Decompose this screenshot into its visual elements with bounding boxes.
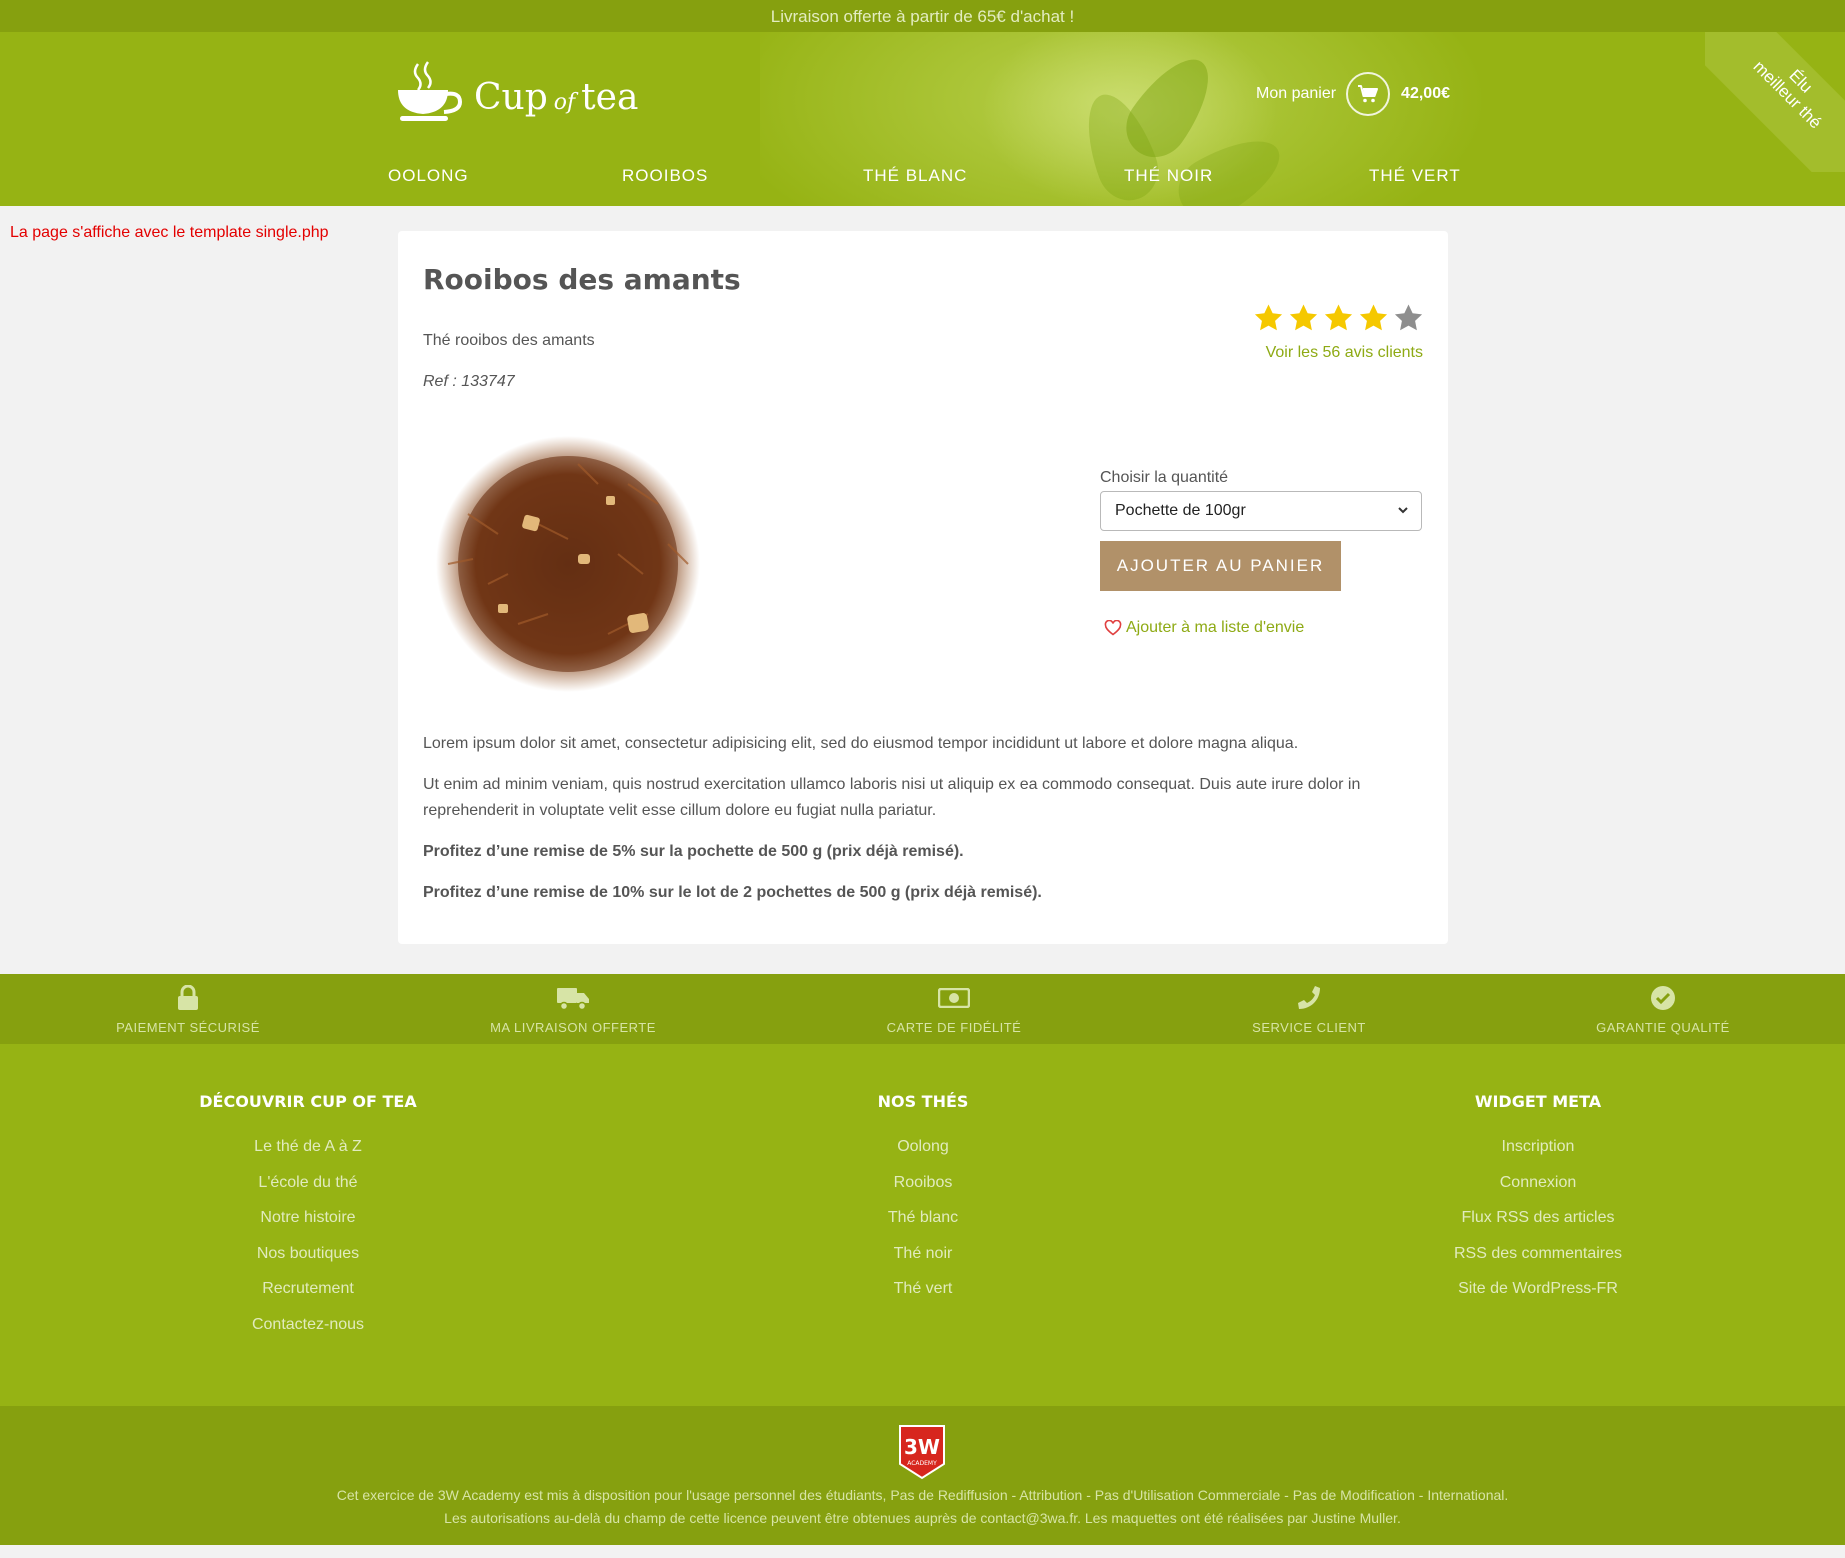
license-line-1: Cet exercice de 3W Academy est mis à dis…: [336, 1487, 1509, 1503]
footer-link[interactable]: Connexion: [1388, 1165, 1688, 1201]
site-header: Cup of tea Mon panier 42,00€ Élu meilleur …: [0, 32, 1845, 206]
cart-icon-wrapper[interactable]: [1346, 72, 1391, 116]
logo-word-tea: tea: [581, 77, 639, 118]
quantity-select-value: Pochette de 100gr: [1115, 502, 1246, 519]
footer-column-title: NOS THÉS: [877, 1092, 969, 1111]
truck-icon: [557, 988, 589, 1010]
reassurance-label: MA LIVRAISON OFFERTE: [490, 1020, 656, 1035]
footer-link[interactable]: Thé vert: [773, 1271, 1073, 1307]
check-circle-icon: [1651, 986, 1675, 1010]
site-logo[interactable]: Cup of tea: [396, 60, 638, 124]
template-notice: La page s'affiche avec le template singl…: [10, 224, 329, 241]
cart-widget[interactable]: Mon panier 42,00€: [1256, 72, 1450, 116]
reassurance-item: SERVICE CLIENT: [1209, 984, 1409, 1035]
shopping-cart-icon: [1358, 85, 1379, 103]
award-ribbon-band: Élu meilleur thé: [1705, 32, 1845, 172]
award-ribbon: Élu meilleur thé: [1705, 32, 1845, 172]
reassurance-bar: PAIEMENT SÉCURISÉ MA LIVRAISON OFFERTE C…: [0, 974, 1845, 1044]
nav-item-rooibos[interactable]: ROOIBOS: [622, 156, 708, 196]
phone-icon: [1298, 986, 1320, 1009]
footer-link[interactable]: Oolong: [773, 1129, 1073, 1165]
lock-icon: [178, 985, 198, 1010]
logo-wordmark: Cup of tea: [474, 80, 638, 116]
reassurance-label: GARANTIE QUALITÉ: [1596, 1020, 1730, 1035]
nav-item-the-noir[interactable]: THÉ NOIR: [1124, 156, 1213, 196]
star-filled-icon: [1289, 304, 1318, 331]
wishlist-link[interactable]: Ajouter à ma liste d'envie: [1104, 619, 1304, 637]
footer-link[interactable]: Flux RSS des articles: [1388, 1200, 1688, 1236]
add-to-cart-button[interactable]: AJOUTER AU PANIER: [1100, 541, 1341, 591]
reviews-link[interactable]: Voir les 56 avis clients: [1266, 344, 1423, 362]
footer-column-teas: NOS THÉS Oolong Rooibos Thé blanc Thé no…: [773, 1092, 1073, 1307]
main-nav: OOLONG ROOIBOS THÉ BLANC THÉ NOIR THÉ VE…: [0, 156, 1845, 196]
product-title: Rooibos des amants: [423, 263, 741, 296]
footer-column-title: DÉCOUVRIR CUP OF TEA: [199, 1092, 417, 1111]
footer-link[interactable]: Contactez-nous: [158, 1307, 458, 1343]
footer-link[interactable]: Thé noir: [773, 1236, 1073, 1272]
footer-link[interactable]: L'école du thé: [158, 1165, 458, 1201]
description-paragraph: Ut enim ad minim veniam, quis nostrud ex…: [423, 776, 1361, 819]
footer-link[interactable]: Le thé de A à Z: [158, 1129, 458, 1165]
quantity-label: Choisir la quantité: [1100, 469, 1229, 486]
quantity-select[interactable]: Pochette de 100gr: [1100, 491, 1422, 531]
wishlist-label: Ajouter à ma liste d'envie: [1126, 619, 1305, 636]
free-shipping-text: Livraison offerte à partir de 65€ d'acha…: [770, 7, 1075, 26]
footer-link[interactable]: Nos boutiques: [158, 1236, 458, 1272]
footer-column-meta: WIDGET META Inscription Connexion Flux R…: [1388, 1092, 1688, 1307]
footer-link[interactable]: Site de WordPress-FR: [1388, 1271, 1688, 1307]
star-filled-icon: [1324, 304, 1353, 331]
footer-link[interactable]: Thé blanc: [773, 1200, 1073, 1236]
star-filled-icon: [1254, 304, 1283, 331]
footer-column-title: WIDGET META: [1474, 1092, 1602, 1111]
reassurance-item: CARTE DE FIDÉLITÉ: [854, 984, 1054, 1035]
offer-paragraph: Profitez d’une remise de 5% sur la poche…: [423, 843, 964, 860]
product-description: Lorem ipsum dolor sit amet, consectetur …: [423, 731, 1423, 921]
nav-item-the-blanc[interactable]: THÉ BLANC: [863, 156, 967, 196]
logo-word-cup: Cup: [474, 77, 548, 118]
product-image: [436, 436, 700, 692]
nav-item-oolong[interactable]: OOLONG: [388, 156, 469, 196]
cart-amount: 42,00€: [1401, 85, 1450, 102]
logo-word-of: of: [553, 90, 576, 115]
product-card: Rooibos des amants Thé rooibos des amant…: [398, 231, 1448, 944]
free-shipping-banner: Livraison offerte à partir de 65€ d'acha…: [0, 0, 1845, 32]
award-line-1: Élu: [1785, 65, 1817, 97]
reassurance-item: MA LIVRAISON OFFERTE: [473, 984, 673, 1035]
cart-label: Mon panier: [1256, 85, 1337, 102]
reassurance-label: CARTE DE FIDÉLITÉ: [886, 1020, 1022, 1035]
reassurance-label: PAIEMENT SÉCURISÉ: [116, 1020, 260, 1035]
nav-item-the-vert[interactable]: THÉ VERT: [1369, 156, 1461, 196]
footer-link[interactable]: RSS des commentaires: [1388, 1236, 1688, 1272]
chevron-down-icon: [1398, 507, 1408, 514]
reassurance-item: PAIEMENT SÉCURISÉ: [88, 984, 288, 1035]
reassurance-item: GARANTIE QUALITÉ: [1563, 984, 1763, 1035]
banknote-icon: [938, 988, 970, 1008]
footer-link[interactable]: Rooibos: [773, 1165, 1073, 1201]
reassurance-label: SERVICE CLIENT: [1252, 1020, 1366, 1035]
legal-footer: 3W ACADEMY Cet exercice de 3W Academy es…: [0, 1406, 1845, 1545]
heart-icon: [1104, 620, 1122, 636]
product-reference: Ref : 133747: [423, 373, 515, 390]
offer-paragraph: Profitez d’une remise de 10% sur le lot …: [423, 884, 1042, 901]
footer-link[interactable]: Recrutement: [158, 1271, 458, 1307]
3w-academy-logo: 3W ACADEMY: [899, 1425, 945, 1480]
footer-link[interactable]: Notre histoire: [158, 1200, 458, 1236]
footer-column-discover: DÉCOUVRIR CUP OF TEA Le thé de A à Z L'é…: [158, 1092, 458, 1342]
product-subtitle: Thé rooibos des amants: [423, 332, 595, 349]
rating-stars: [1253, 303, 1428, 333]
star-empty-icon: [1394, 304, 1423, 331]
badge-academy-text: ACADEMY: [907, 1460, 937, 1467]
teacup-icon: [398, 61, 463, 121]
license-text: Cet exercice de 3W Academy est mis à dis…: [0, 1484, 1845, 1530]
description-paragraph: Lorem ipsum dolor sit amet, consectetur …: [423, 735, 1299, 752]
site-footer: DÉCOUVRIR CUP OF TEA Le thé de A à Z L'é…: [0, 1044, 1845, 1406]
footer-link[interactable]: Inscription: [1388, 1129, 1688, 1165]
star-filled-icon: [1359, 304, 1388, 331]
badge-3w-text: 3W: [904, 1435, 940, 1459]
license-line-2: Les autorisations au-delà du champ de ce…: [444, 1510, 1401, 1526]
